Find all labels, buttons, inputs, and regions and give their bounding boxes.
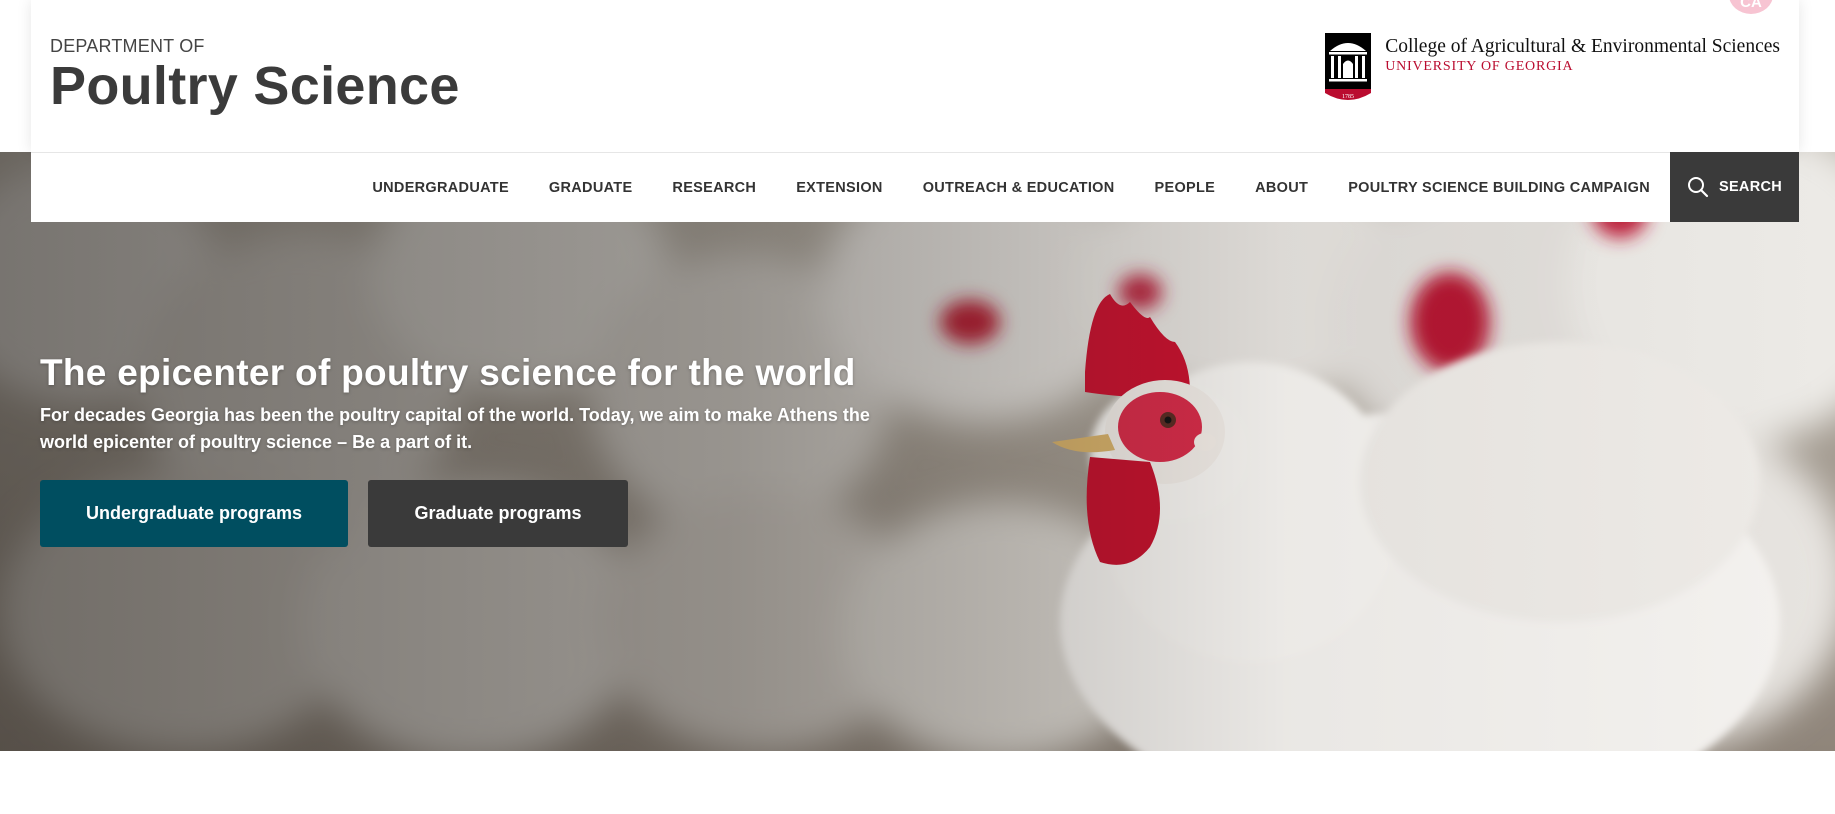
department-name: Poultry Science [50,56,460,116]
search-icon [1687,177,1709,198]
nav-list: UNDERGRADUATE GRADUATE RESEARCH EXTENSIO… [352,153,1670,222]
nav-item-graduate[interactable]: GRADUATE [529,180,653,196]
logo-year: 1785 [1342,94,1354,100]
hero-subtitle: For decades Georgia has been the poultry… [40,405,870,452]
uga-arch-logo-icon: 1785 [1325,33,1372,100]
nav-item-outreach-education[interactable]: OUTREACH & EDUCATION [903,180,1135,196]
hero-content: The epicenter of poultry science for the… [40,350,940,547]
college-title: College of Agricultural & Environmental … [1385,36,1780,57]
hero-banner: The epicenter of poultry science for the… [0,152,1835,751]
nav-item-people[interactable]: PEOPLE [1135,180,1236,196]
nav-item-research[interactable]: RESEARCH [652,180,776,196]
caes-uga-logo-link[interactable]: 1785 College of Agricultural & Environme… [1325,33,1780,101]
department-wordmark[interactable]: DEPARTMENT OF Poultry Science [50,36,460,116]
nav-item-extension[interactable]: EXTENSION [776,180,903,196]
graduate-programs-button[interactable]: Graduate programs [368,480,628,547]
department-label: DEPARTMENT OF [50,36,205,56]
university-name: UNIVERSITY OF GEORGIA [1385,59,1574,74]
nav-item-undergraduate[interactable]: UNDERGRADUATE [352,180,529,196]
search-button[interactable]: SEARCH [1670,152,1799,222]
nav-item-about[interactable]: ABOUT [1235,180,1328,196]
caes-text: College of Agricultural & Environmental … [1385,33,1780,76]
main-navigation: UNDERGRADUATE GRADUATE RESEARCH EXTENSIO… [31,152,1799,222]
undergraduate-programs-button[interactable]: Undergraduate programs [40,480,348,547]
hero-title: The epicenter of poultry science for the… [40,352,856,393]
search-label: SEARCH [1718,179,1783,195]
site-header: DEPARTMENT OF Poultry Science 1785 Colle… [31,0,1799,152]
nav-item-building-campaign[interactable]: POULTRY SCIENCE BUILDING CAMPAIGN [1328,180,1670,196]
hero-buttons: Undergraduate programs Graduate programs [40,480,940,547]
